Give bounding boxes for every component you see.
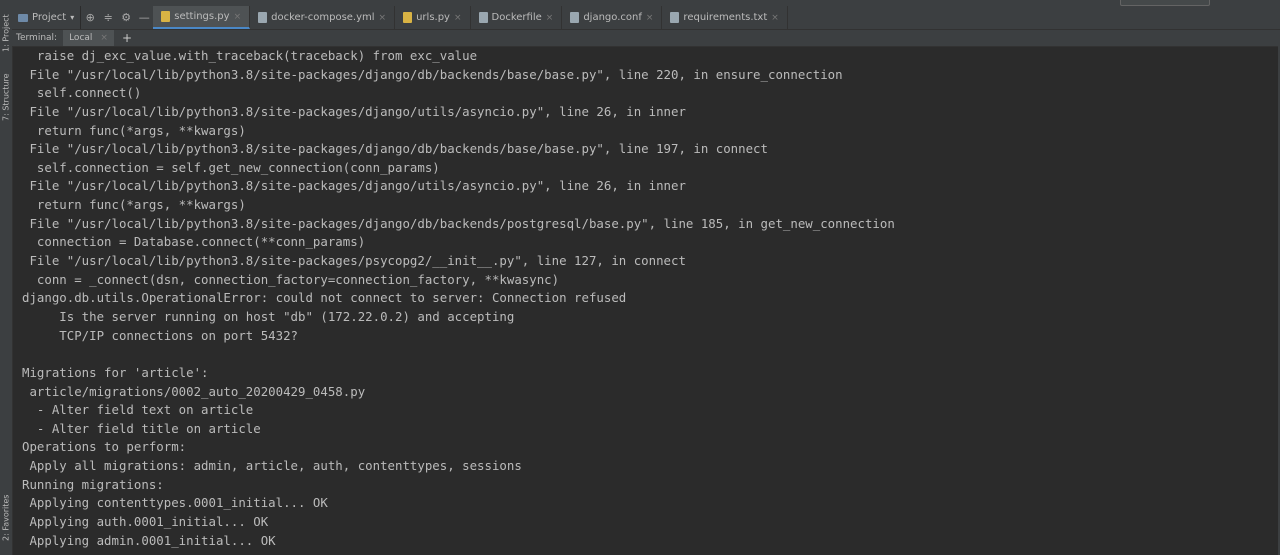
text-file-icon [670,12,680,23]
dockerfile-icon [478,12,488,23]
terminal-line: Running migrations: [22,476,164,492]
tab-docker-compose-yml[interactable]: docker-compose.yml × [250,6,396,29]
terminal-line: Operations to perform: [22,439,187,455]
terminal-line: File "/usr/local/lib/python3.8/site-pack… [22,141,768,157]
terminal-line: self.connection = self.get_new_connectio… [22,159,440,175]
tab-dockerfile[interactable]: Dockerfile × [471,6,563,29]
terminal-line: Applying auth.0001_initial... OK [22,514,269,530]
terminal-line: Applying contenttypes.0001_initial... OK [22,495,328,511]
terminal-line: article/migrations/0002_auto_20200429_04… [22,383,366,399]
text-file-icon [570,12,580,23]
terminal-line: File "/usr/local/lib/python3.8/site-pack… [22,103,686,119]
close-icon[interactable]: × [100,30,108,46]
terminal-title: Terminal: [16,33,58,43]
chevron-down-icon: ▾ [70,13,75,22]
tool-tab-project[interactable]: 1: Project [0,12,12,54]
terminal-line: return func(*args, **kwargs) [22,122,246,138]
tab-label: requirements.txt [683,12,768,23]
left-tool-strip: 1: Project 7: Structure 2: Favorites [0,6,13,555]
terminal-line: django.db.utils.OperationalError: could … [22,290,627,306]
gear-icon[interactable]: ⚙ [117,11,135,24]
close-icon[interactable]: × [379,13,387,23]
tool-tab-favorites[interactable]: 2: Favorites [0,490,12,546]
project-folder-icon [18,13,28,22]
project-view-label: Project [32,12,67,23]
terminal-line: connection = Database.connect(**conn_par… [22,234,366,250]
collapse-icon[interactable]: ≑ [99,11,117,24]
terminal-line: TCP/IP connections on port 5432? [22,327,299,343]
terminal-line: Applying admin.0001_initial... OK [22,532,276,548]
tab-label: django.conf [583,12,642,23]
terminal-tab-label: Local [69,33,93,43]
terminal-line: File "/usr/local/lib/python3.8/site-pack… [22,66,843,82]
tab-django-conf[interactable]: django.conf × [562,6,663,29]
close-icon[interactable]: × [771,13,779,23]
tab-requirements-txt[interactable]: requirements.txt × [662,6,788,29]
terminal-line: - Alter field title on article [22,420,261,436]
tab-label: urls.py [416,12,450,23]
python-file-icon [161,11,171,22]
terminal-line: Is the server running on host "db" (172.… [22,308,515,324]
tool-tab-structure[interactable]: 7: Structure [0,68,12,126]
close-icon[interactable]: × [454,13,462,23]
terminal-line: conn = _connect(dsn, connection_factory=… [22,271,560,287]
yaml-file-icon [258,12,268,23]
tab-terminal-local[interactable]: Local × [63,30,114,46]
hide-icon[interactable]: — [135,11,153,24]
terminal-line: raise dj_exc_value.with_traceback(traceb… [22,48,478,63]
project-view-selector[interactable]: Project ▾ [12,6,82,29]
tab-label: Dockerfile [491,12,542,23]
new-terminal-icon[interactable]: + [114,31,140,45]
terminal-toolbar: Terminal: Local × + [12,30,1280,47]
terminal-line: return func(*args, **kwargs) [22,197,246,213]
terminal-line: Migrations for 'article': [22,364,209,380]
tab-label: settings.py [174,11,230,22]
editor-tab-bar: Project ▾ ⊕ ≑ ⚙ — settings.py × docker-c… [12,6,1280,30]
locate-icon[interactable]: ⊕ [81,11,99,24]
terminal-line: - Alter field text on article [22,402,254,418]
terminal-output[interactable]: raise dj_exc_value.with_traceback(traceb… [22,47,1270,550]
terminal-line: Apply all migrations: admin, article, au… [22,458,522,474]
terminal-line: File "/usr/local/lib/python3.8/site-pack… [22,215,895,231]
close-icon[interactable]: × [646,13,654,23]
terminal-line: File "/usr/local/lib/python3.8/site-pack… [22,178,686,194]
terminal-line: File "/usr/local/lib/python3.8/site-pack… [22,253,686,269]
tab-urls-py[interactable]: urls.py × [395,6,471,29]
tool-tab-project-label: 1: Project [1,14,11,52]
terminal-line: self.connect() [22,85,142,101]
tool-tab-favorites-label: 2: Favorites [1,494,11,542]
close-icon[interactable]: × [546,13,554,23]
tool-tab-structure-label: 7: Structure [1,73,11,121]
python-file-icon [403,12,413,23]
close-icon[interactable]: × [234,12,242,22]
tab-label: docker-compose.yml [271,12,375,23]
tab-settings-py[interactable]: settings.py × [153,6,251,29]
